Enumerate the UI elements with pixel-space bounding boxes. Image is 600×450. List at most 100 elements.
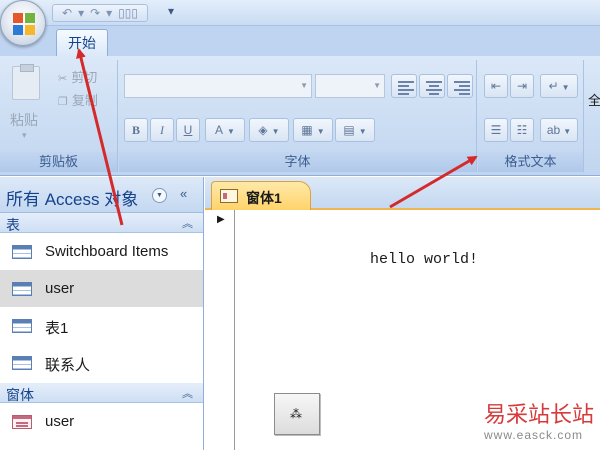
undo-dropdown-icon[interactable]: ▾	[78, 6, 84, 20]
table-icon	[12, 282, 32, 296]
chevron-down-icon: ▼	[227, 127, 235, 136]
highlight-button[interactable]: ab ▼	[540, 118, 578, 142]
table-icon	[12, 245, 32, 259]
record-selector-bar[interactable]: ▶	[205, 210, 235, 450]
document-tab-label: 窗体1	[246, 190, 282, 206]
align-center-icon	[426, 81, 442, 97]
nav-pane-header[interactable]: 所有 Access 对象 ▼ «	[0, 177, 203, 213]
redo-dropdown-icon[interactable]: ▾	[106, 6, 112, 20]
nav-item-contacts[interactable]: 联系人	[0, 344, 203, 381]
chevron-down-icon: ▼	[271, 127, 280, 136]
customize-toolbar-icon[interactable]: ▾	[168, 4, 174, 18]
nav-pane-title: 所有 Access 对象	[6, 190, 139, 209]
clipboard-group-label: 剪贴板	[0, 152, 117, 172]
formatted-text-group: ⇤ ⇥ ↵ ▼ ☰ ☷ ab ▼ 格式文本	[478, 60, 584, 172]
formatted-text-group-label: 格式文本	[478, 152, 583, 172]
overflow-group: 全	[585, 60, 600, 172]
nav-item-label: Switchboard Items	[45, 243, 169, 260]
document-tab-bar: 窗体1	[205, 177, 600, 210]
nav-item-label: 联系人	[45, 357, 91, 374]
cut-button[interactable]: ✂ 剪切	[58, 67, 97, 86]
ribbon: 粘贴 ▾ ✂ 剪切 ❐ 复制 剪贴板 ▼ ▼ B I U A ▼ ◈ ▼ ▦ ▼…	[0, 56, 600, 176]
font-size-combo[interactable]: ▼	[315, 74, 385, 98]
copy-button[interactable]: ❐ 复制	[58, 90, 98, 109]
grid-icon: ▦	[301, 123, 313, 137]
nav-item-user-form[interactable]: user	[0, 403, 203, 440]
document-tab-form1[interactable]: 窗体1	[211, 181, 311, 210]
increase-indent-icon: ⇥	[516, 79, 528, 93]
alternate-fill-button[interactable]: ▤ ▼	[335, 118, 375, 142]
macro-icon: ⁂	[290, 407, 302, 421]
chevron-down-icon[interactable]: ▼	[152, 188, 167, 203]
undo-icon[interactable]: ↶	[62, 6, 72, 20]
quick-access-toolbar: ↶ ▾ ↷ ▾ ▯▯▯	[52, 4, 148, 22]
nav-item-table1[interactable]: 表1	[0, 307, 203, 344]
chevron-down-icon: ▼	[358, 127, 367, 136]
nav-item-label: user	[45, 413, 75, 430]
font-color-icon: A	[215, 123, 224, 137]
chevron-down-icon: ▼	[563, 127, 572, 136]
form-label-text: hello world!	[370, 251, 479, 268]
chevron-up-icon: ︽	[182, 388, 193, 400]
chevron-down-icon: ▼	[373, 81, 381, 90]
bold-button[interactable]: B	[124, 118, 148, 142]
office-button[interactable]	[0, 0, 46, 46]
decrease-indent-button[interactable]: ⇤	[484, 74, 508, 98]
command-button[interactable]: ⁂	[274, 393, 320, 435]
chevron-down-icon: ▼	[316, 127, 325, 136]
align-left-button[interactable]	[391, 74, 417, 98]
record-selector-arrow-icon: ▶	[217, 214, 225, 225]
chevron-up-icon: ︽	[182, 218, 193, 230]
nav-section-label: 表	[6, 217, 20, 233]
numbered-list-icon: ☰	[490, 123, 502, 137]
overflow-label[interactable]: 全	[588, 90, 600, 109]
chevron-down-icon: ▼	[300, 81, 308, 90]
form-icon	[220, 189, 238, 203]
redo-icon[interactable]: ↷	[90, 6, 100, 20]
highlight-icon: ab	[546, 123, 561, 137]
align-left-icon	[398, 81, 414, 97]
alternate-fill-icon: ▤	[343, 123, 355, 137]
copy-icon: ❐	[58, 96, 68, 108]
clipboard-group: 粘贴 ▾ ✂ 剪切 ❐ 复制 剪贴板	[0, 60, 118, 172]
paste-dropdown-icon: ▾	[22, 130, 27, 140]
decrease-indent-icon: ⇤	[490, 79, 502, 93]
nav-item-label: user	[45, 280, 75, 297]
table-icon	[12, 356, 32, 370]
nav-section-forms[interactable]: 窗体 ︽	[0, 383, 203, 403]
office-logo-icon	[13, 13, 35, 35]
increase-indent-button[interactable]: ⇥	[510, 74, 534, 98]
nav-item-label: 表1	[45, 320, 69, 337]
gridlines-button[interactable]: ▦ ▼	[293, 118, 333, 142]
cut-label: 剪切	[71, 70, 98, 85]
form-view-icon[interactable]: ▯▯▯	[118, 6, 138, 20]
scissors-icon: ✂	[58, 73, 68, 85]
nav-section-label: 窗体	[6, 387, 34, 403]
align-right-button[interactable]	[447, 74, 473, 98]
nav-section-tables[interactable]: 表 ︽	[0, 213, 203, 233]
title-bar: ↶ ▾ ↷ ▾ ▯▯▯ ▾	[0, 0, 600, 26]
bulleted-list-button[interactable]: ☷	[510, 118, 534, 142]
collapse-pane-icon[interactable]: «	[180, 186, 187, 201]
font-name-combo[interactable]: ▼	[124, 74, 312, 98]
align-center-button[interactable]	[419, 74, 445, 98]
italic-button[interactable]: I	[150, 118, 174, 142]
font-group-label: 字体	[119, 152, 476, 172]
nav-item-switchboard-items[interactable]: Switchboard Items	[0, 233, 203, 270]
copy-label: 复制	[71, 93, 98, 108]
navigation-pane: 所有 Access 对象 ▼ « 表 ︽ Switchboard Items u…	[0, 177, 204, 450]
fill-color-button[interactable]: ◈ ▼	[249, 118, 289, 142]
tab-home[interactable]: 开始	[56, 29, 108, 57]
font-color-button[interactable]: A ▼	[205, 118, 245, 142]
font-group: ▼ ▼ B I U A ▼ ◈ ▼ ▦ ▼ ▤ ▼ 字体	[119, 60, 477, 172]
underline-button[interactable]: U	[176, 118, 200, 142]
nav-item-user-table[interactable]: user	[0, 270, 203, 307]
bulleted-list-icon: ☷	[516, 123, 528, 137]
align-right-icon	[454, 81, 470, 97]
table-icon	[12, 319, 32, 333]
numbered-list-button[interactable]: ☰	[484, 118, 508, 142]
paste-icon	[12, 64, 40, 100]
text-direction-button[interactable]: ↵ ▼	[540, 74, 578, 98]
text-direction-icon: ↵	[548, 79, 559, 93]
chevron-down-icon: ▼	[561, 83, 570, 92]
